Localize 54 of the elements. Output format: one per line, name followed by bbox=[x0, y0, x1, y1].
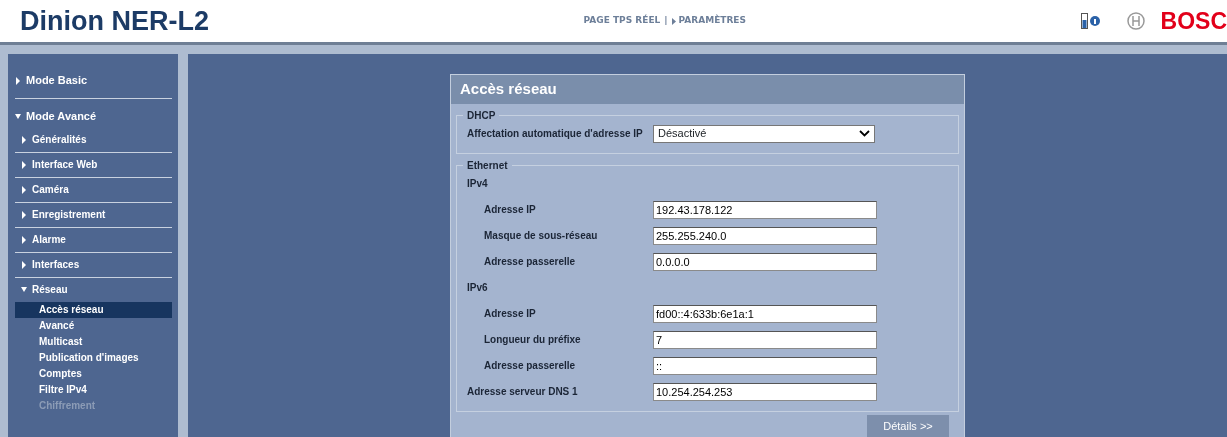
text-field[interactable]: fd00::4:633b:6e1a:1 bbox=[653, 304, 877, 323]
text-field[interactable]: 192.43.178.122 bbox=[653, 200, 877, 219]
text-field[interactable]: 255.255.240.0 bbox=[653, 226, 877, 245]
chevron-down-icon bbox=[859, 130, 870, 137]
section-heading: IPv4 bbox=[467, 177, 489, 191]
sidebar-item[interactable]: Alarme bbox=[15, 228, 172, 253]
arrow-icon bbox=[671, 17, 676, 25]
text-field[interactable]: :: bbox=[653, 356, 877, 375]
panel-title: Accès réseau bbox=[451, 75, 964, 104]
field-label: Longueur du préfixe bbox=[483, 333, 582, 347]
caret-right-icon bbox=[21, 185, 27, 194]
field-label: Adresse IP bbox=[483, 203, 537, 217]
group-legend: Ethernet bbox=[463, 160, 512, 171]
brand-logo: BOSC bbox=[1160, 9, 1227, 33]
sidebar-subitem[interactable]: Comptes bbox=[15, 366, 172, 382]
field-label: Adresse serveur DNS 1 bbox=[467, 385, 579, 399]
text-field[interactable]: 7 bbox=[653, 330, 877, 349]
sidebar-subitem[interactable]: Accès réseau bbox=[15, 302, 172, 318]
dropdown[interactable]: Désactivé bbox=[653, 124, 875, 143]
section-heading: IPv6 bbox=[467, 281, 489, 295]
sidebar-item[interactable]: Généralités bbox=[15, 128, 172, 153]
caret-right-icon bbox=[21, 235, 27, 244]
field-label: Adresse IP bbox=[483, 307, 537, 321]
sidebar-item[interactable]: Interfaces bbox=[15, 253, 172, 278]
nav-link[interactable]: PARAMÈTRES bbox=[671, 14, 746, 28]
details-button[interactable]: Détails >> bbox=[867, 414, 949, 437]
sidebar-item[interactable]: Caméra bbox=[15, 178, 172, 203]
sidebar-item[interactable]: Enregistrement bbox=[15, 203, 172, 228]
product-title: Dinion NER-L2 bbox=[20, 7, 209, 35]
sidebar-section[interactable]: Mode Avancé bbox=[15, 108, 172, 125]
field-label: Masque de sous-réseau bbox=[483, 229, 599, 243]
sidebar-subitem[interactable]: Filtre IPv4 bbox=[15, 382, 172, 398]
field-label: Affectation automatique d'adresse IP bbox=[467, 127, 644, 141]
caret-right-icon bbox=[21, 160, 27, 169]
sidebar-subitem[interactable]: Multicast bbox=[15, 334, 172, 350]
sidebar-subitem[interactable]: Avancé bbox=[15, 318, 172, 334]
sidebar-item[interactable]: Réseau bbox=[15, 278, 172, 302]
sidebar-section[interactable]: Mode Basic bbox=[15, 72, 172, 89]
caret-right-icon bbox=[21, 135, 27, 144]
caret-down-icon bbox=[21, 285, 27, 294]
text-field[interactable]: 10.254.254.253 bbox=[653, 382, 877, 401]
field-label: Adresse passerelle bbox=[483, 359, 577, 373]
nav-link[interactable]: PAGE TPS RÉEL bbox=[583, 14, 661, 28]
field-label: Adresse passerelle bbox=[483, 255, 577, 269]
sidebar-subitem[interactable]: Publication d'images bbox=[15, 350, 172, 366]
caret-right-icon bbox=[15, 76, 21, 85]
group-legend: DHCP bbox=[463, 110, 500, 121]
caret-right-icon bbox=[21, 260, 27, 269]
nav-separator: | bbox=[664, 14, 668, 28]
text-field[interactable]: 0.0.0.0 bbox=[653, 252, 877, 271]
brand-emblem-icon bbox=[1126, 12, 1145, 30]
caret-down-icon bbox=[15, 112, 21, 121]
caret-right-icon bbox=[21, 210, 27, 219]
sidebar-item[interactable]: Interface Web bbox=[15, 153, 172, 178]
